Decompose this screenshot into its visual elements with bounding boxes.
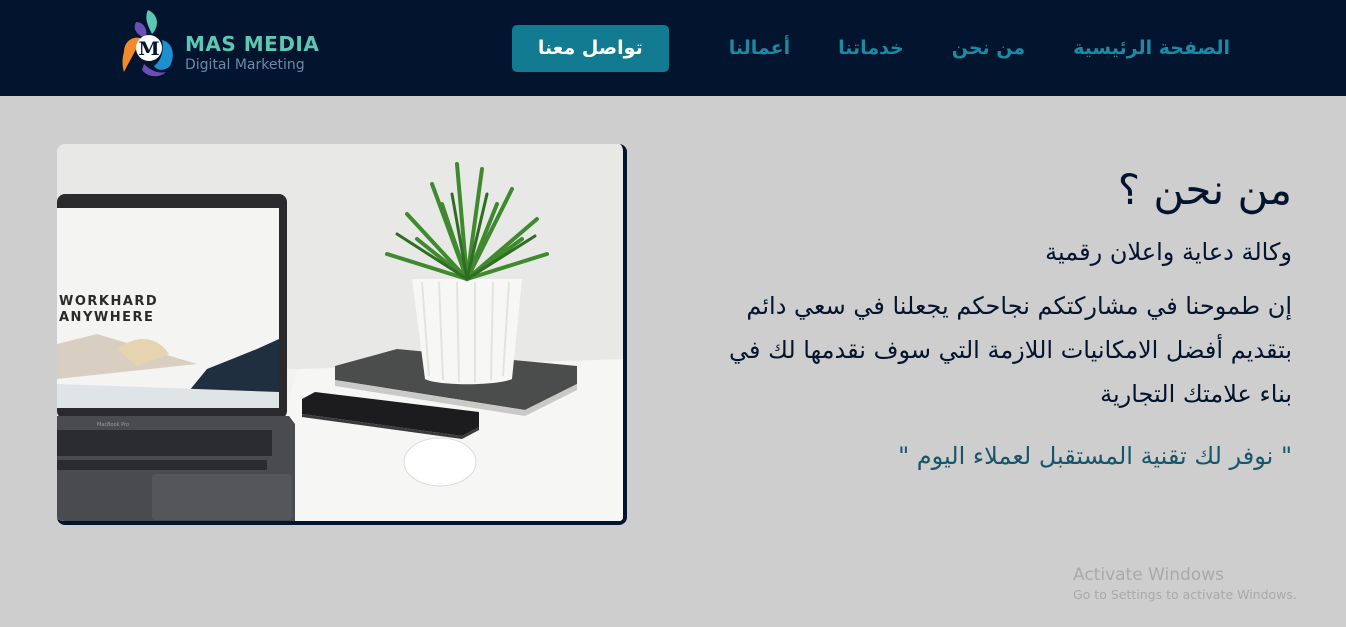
laptop: WORKHARD ANYWHERE MacBook Pro	[57, 194, 295, 521]
brand-name: MAS MEDIA	[185, 32, 320, 56]
logo-letter: M	[138, 38, 159, 60]
nav-about-link[interactable]: من نحن	[952, 37, 1025, 59]
laptop-screen-line1: WORKHARD	[59, 294, 158, 309]
brand-tagline: Digital Marketing	[185, 57, 305, 73]
about-subtitle: وكالة دعاية واعلان رقمية	[1045, 238, 1292, 266]
contact-us-button[interactable]: تواصل معنا	[511, 24, 669, 72]
about-title: من نحن ؟	[1117, 165, 1292, 214]
brand-logo[interactable]: M MAS MEDIA Digital Marketing	[118, 8, 328, 80]
navbar: M MAS MEDIA Digital Marketing الصفحة الر…	[0, 0, 1346, 96]
laptop-screen-line2: ANYWHERE	[59, 310, 154, 325]
mouse	[403, 437, 477, 487]
about-section: من نحن ؟ وكالة دعاية واعلان رقمية إن طمو…	[692, 158, 1292, 476]
hero-photo: WORKHARD ANYWHERE MacBook Pro	[57, 144, 627, 525]
nav-services-link[interactable]: خدماتنا	[838, 37, 904, 59]
about-body: إن طموحنا في مشاركتكم نجاحكم يجعلنا في س…	[729, 292, 1292, 408]
logo-mark-icon: M	[122, 10, 173, 77]
workspace-photo: WORKHARD ANYWHERE MacBook Pro	[57, 144, 623, 521]
watermark-title: Activate Windows	[1073, 565, 1224, 585]
nav-works-link[interactable]: أعمالنا	[729, 37, 790, 59]
nav-home-link[interactable]: الصفحة الرئيسية	[1073, 37, 1230, 59]
about-quote: " نوفر لك تقنية المستقبل لعملاء اليوم "	[898, 442, 1292, 470]
watermark-subtitle: Go to Settings to activate Windows.	[1073, 587, 1297, 602]
activate-windows-watermark: Activate Windows Go to Settings to activ…	[1073, 565, 1297, 602]
laptop-brand-label: MacBook Pro	[97, 422, 129, 428]
main-nav: الصفحة الرئيسية من نحن خدماتنا أعمالنا ت…	[511, 0, 1230, 96]
